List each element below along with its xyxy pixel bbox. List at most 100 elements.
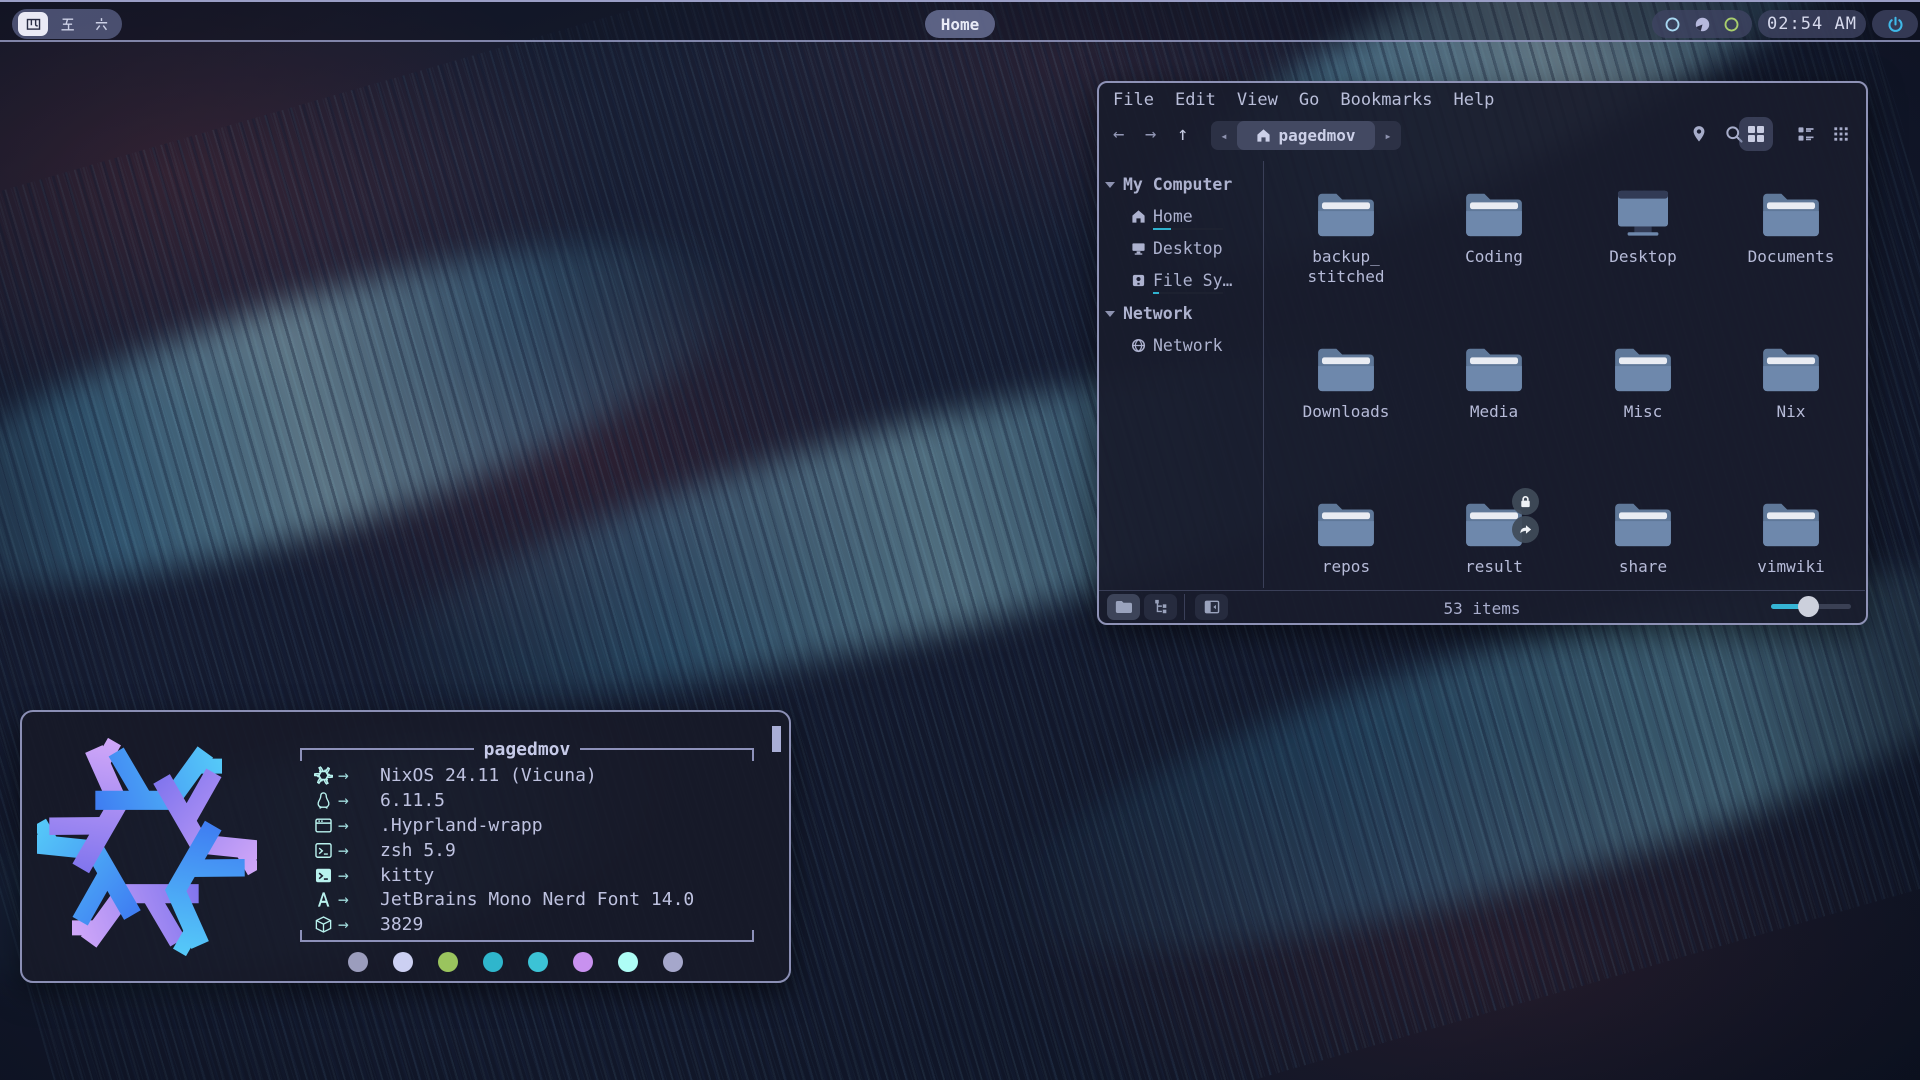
- desktop-monitor-icon: [1612, 188, 1674, 238]
- sidebar-section-my-computer[interactable]: My Computer: [1105, 175, 1263, 194]
- forward-button[interactable]: →: [1145, 123, 1156, 145]
- folder-icon: [1612, 343, 1674, 393]
- file-item-downloads[interactable]: Downloads: [1272, 327, 1420, 482]
- palette-dot: [348, 952, 368, 972]
- toolbar: ← → ↑ ◂ pagedmov ▸: [1099, 117, 1866, 159]
- shortcut-arrow-icon: [1518, 522, 1533, 537]
- palette-dot: [438, 952, 458, 972]
- palette-dot: [483, 952, 503, 972]
- fastfetch-row-shell: → zsh 5.9: [314, 838, 754, 863]
- fastfetch-title: pagedmov: [484, 739, 571, 760]
- menu-view[interactable]: View: [1237, 90, 1278, 110]
- box-corner: [752, 749, 754, 761]
- disk-icon: [1131, 273, 1146, 288]
- fastfetch-row-terminal: → kitty: [314, 863, 754, 888]
- fastfetch-title-line: pagedmov: [300, 738, 754, 760]
- folder-icon: [1463, 188, 1525, 238]
- terminal-window: pagedmov → NixOS 24.11 (Vicuna): [20, 710, 791, 983]
- back-button[interactable]: ←: [1113, 123, 1124, 145]
- sidebar-item-home[interactable]: Home: [1131, 207, 1263, 226]
- fastfetch-row-wm: → .Hyprland-wrapp: [314, 813, 754, 838]
- grid-view-icon: [1746, 124, 1766, 144]
- palette-dot: [393, 952, 413, 972]
- folder-icon: [1760, 498, 1822, 548]
- box-corner: [300, 749, 302, 761]
- menu-help[interactable]: Help: [1453, 90, 1494, 110]
- palette-dot: [618, 952, 638, 972]
- compact-view-icon[interactable]: [1831, 124, 1851, 144]
- folder-icon: [1463, 343, 1525, 393]
- menu-go[interactable]: Go: [1299, 90, 1319, 110]
- path-scroll-right-button[interactable]: ▸: [1375, 129, 1401, 143]
- zoom-slider-handle[interactable]: [1798, 596, 1819, 617]
- folder-icon: [1315, 188, 1377, 238]
- kanji-four-icon: [25, 16, 42, 33]
- window-icon: [314, 816, 338, 835]
- file-grid: backup_stitched Coding Desktop: [1265, 161, 1865, 588]
- folder-icon: [1760, 188, 1822, 238]
- terminal-icon: [314, 866, 338, 885]
- palette-dot: [528, 952, 548, 972]
- workspace-6[interactable]: 六: [86, 12, 116, 36]
- menubar: File Edit View Go Bookmarks Help: [1113, 90, 1494, 110]
- fastfetch-bottom-border: [300, 940, 754, 942]
- up-button[interactable]: ↑: [1177, 123, 1188, 145]
- nixos-logo: [37, 737, 257, 957]
- clock: 02:54 AM: [1758, 10, 1866, 38]
- menu-edit[interactable]: Edit: [1175, 90, 1216, 110]
- folder-icon: [1612, 498, 1674, 548]
- fastfetch-row-kernel: → 6.11.5: [314, 788, 754, 813]
- folder-icon: [1315, 498, 1377, 548]
- monitor-icon: [1131, 241, 1146, 256]
- file-item-nix[interactable]: Nix: [1717, 327, 1865, 482]
- shell-icon: [314, 841, 338, 860]
- focus-underline: [1153, 292, 1223, 294]
- active-window-title: Home: [925, 10, 995, 38]
- file-item-documents[interactable]: Documents: [1717, 172, 1865, 327]
- kanji-five-icon: [59, 16, 76, 33]
- symlink-emblem: [1512, 516, 1539, 543]
- list-view-icon[interactable]: [1796, 124, 1816, 144]
- file-manager-window: File Edit View Go Bookmarks Help ← → ↑ ◂…: [1097, 81, 1868, 625]
- palette-dot: [573, 952, 593, 972]
- path-scroll-left-button[interactable]: ◂: [1211, 129, 1237, 143]
- terminal-cursor: [772, 726, 781, 752]
- sidebar-item-desktop[interactable]: Desktop: [1131, 239, 1263, 258]
- menu-bookmarks[interactable]: Bookmarks: [1340, 90, 1432, 110]
- places-sidebar: My Computer Home Desktop: [1099, 161, 1264, 588]
- terminal-color-palette: [348, 952, 683, 972]
- sidebar-item-filesystem[interactable]: File Sy…: [1131, 271, 1263, 290]
- power-button[interactable]: [1872, 10, 1918, 38]
- lock-icon: [1518, 494, 1533, 509]
- file-item-backup-stitched[interactable]: backup_stitched: [1272, 172, 1420, 327]
- file-item-media[interactable]: Media: [1420, 327, 1568, 482]
- linux-icon: [314, 791, 338, 810]
- zoom-slider[interactable]: [1771, 604, 1851, 609]
- icon-view-button[interactable]: [1739, 117, 1773, 151]
- package-icon: [314, 915, 338, 934]
- status-indicators[interactable]: [1652, 10, 1752, 38]
- sidebar-section-network[interactable]: Network: [1105, 304, 1263, 323]
- palette-dot: [663, 952, 683, 972]
- top-bar: 四 五 六 Home: [0, 0, 1920, 42]
- file-item-misc[interactable]: Misc: [1569, 327, 1717, 482]
- workspace-4[interactable]: 四: [18, 12, 48, 36]
- sidebar-item-network[interactable]: Network: [1131, 336, 1263, 355]
- lock-emblem: [1512, 488, 1539, 515]
- path-segment-home[interactable]: pagedmov: [1237, 121, 1375, 150]
- selection-underline: [1153, 228, 1223, 230]
- globe-icon: [1131, 338, 1146, 353]
- menu-file[interactable]: File: [1113, 90, 1154, 110]
- workspace-5[interactable]: 五: [52, 12, 82, 36]
- fastfetch-panel: pagedmov → NixOS 24.11 (Vicuna): [300, 738, 754, 942]
- font-icon: [314, 890, 338, 909]
- workspace-switcher: 四 五 六: [12, 9, 122, 39]
- box-corner: [300, 930, 302, 942]
- collapse-triangle-icon: [1105, 182, 1115, 188]
- location-pin-icon[interactable]: [1689, 124, 1709, 144]
- blue-ring-icon: [1664, 16, 1681, 33]
- file-item-desktop[interactable]: Desktop: [1569, 172, 1717, 327]
- folder-icon: [1760, 343, 1822, 393]
- item-count-label: 53 items: [1099, 599, 1865, 618]
- file-item-coding[interactable]: Coding: [1420, 172, 1568, 327]
